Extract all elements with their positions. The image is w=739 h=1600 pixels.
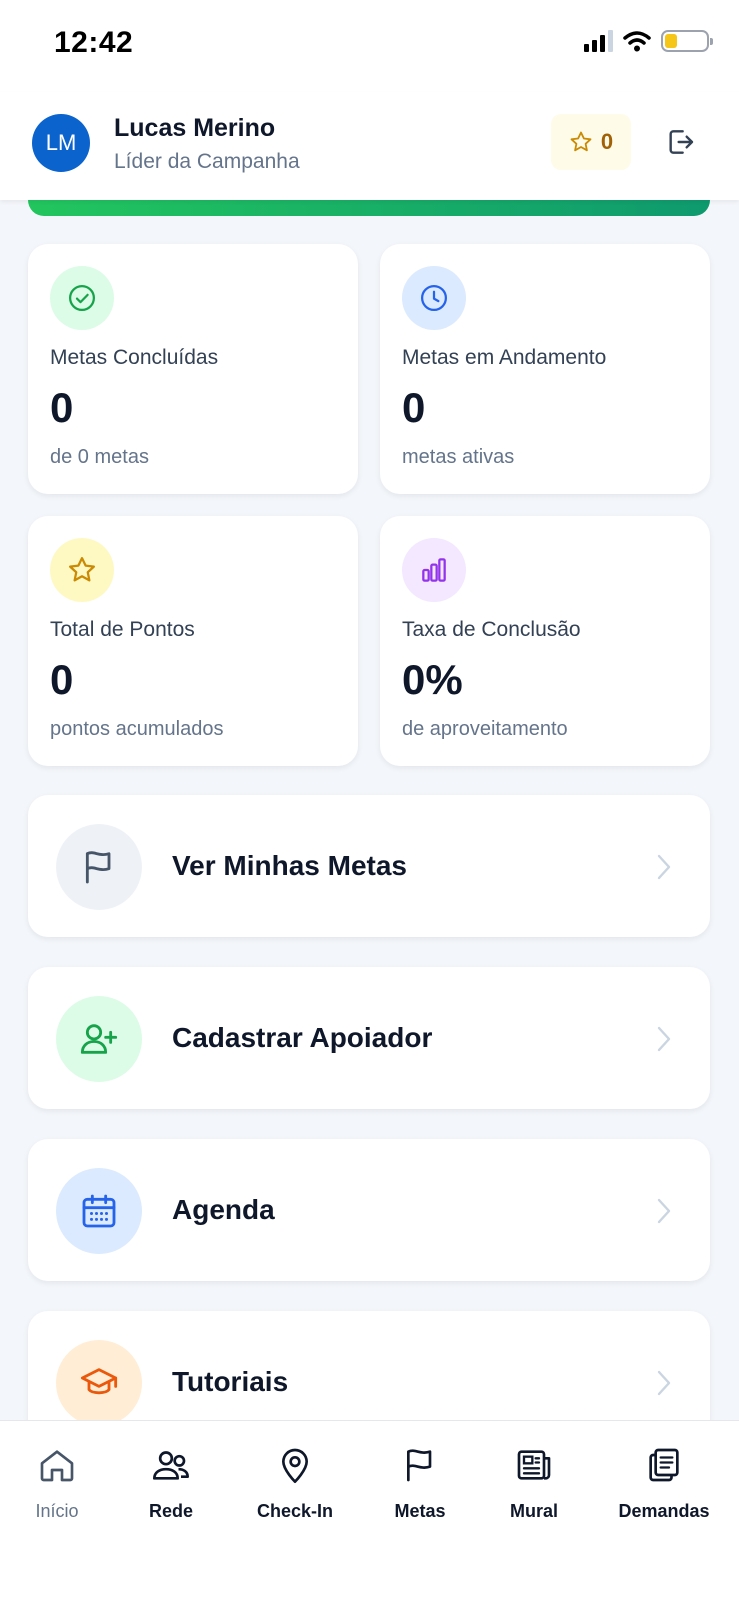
calendar-icon [82,1194,116,1228]
bar-chart-icon [422,558,446,582]
menu-label: Tutoriais [172,1366,289,1397]
status-bar: 12:42 [0,0,739,92]
stat-card-metas-concluidas: Metas Concluídas 0 de 0 metas [28,244,358,494]
menu-agenda[interactable]: Agenda [28,1139,710,1281]
nav-item-rede[interactable]: Rede [121,1443,221,1522]
menu-icon-bg [56,1340,142,1426]
star-icon [69,557,95,582]
menu-label: Agenda [172,1194,275,1225]
stat-subtext: de 0 metas [50,446,149,468]
user-name: Lucas Merino [114,114,276,142]
points-value: 0 [600,129,614,154]
stat-subtext: de aproveitamento [402,718,568,740]
stat-card-metas-andamento: Metas em Andamento 0 metas ativas [380,244,710,494]
nav-label: Mural [509,1501,558,1521]
stat-label: Metas Concluídas [50,346,219,369]
nav-item-metas[interactable]: Metas [370,1443,470,1522]
menu-icon-bg [56,996,142,1082]
battery-icon [661,30,713,52]
stat-value: 0 [402,384,426,431]
stat-card-total-pontos: Total de Pontos 0 pontos acumulados [28,516,358,766]
flag-icon [85,851,111,884]
nav-item-mural[interactable]: Mural [484,1443,584,1522]
menu-icon-bg [56,1168,142,1254]
logout-icon [669,130,694,154]
stat-icon-bg [402,266,466,330]
home-icon [35,1443,79,1487]
signal-icon [584,30,613,52]
stat-value: 0 [50,384,74,431]
flag-icon [398,1443,442,1487]
menu-label: Ver Minhas Metas [172,850,407,881]
stat-value: 0 [50,656,74,703]
stat-label: Taxa de Conclusão [402,618,581,641]
map-pin-icon [273,1443,317,1487]
stat-label: Total de Pontos [50,618,195,641]
stat-icon-bg [50,266,114,330]
graduation-cap-icon [80,1368,118,1395]
users-icon [149,1443,193,1487]
menu-ver-minhas-metas[interactable]: Ver Minhas Metas [28,795,710,937]
menu-label: Cadastrar Apoiador [172,1022,433,1053]
check-circle-icon [69,285,95,311]
stat-label: Metas em Andamento [402,346,607,369]
nav-item-inicio[interactable]: Início [7,1443,107,1522]
nav-label: Metas [394,1501,446,1521]
logout-button[interactable] [660,122,700,162]
stat-icon-bg [50,538,114,602]
nav-label: Demandas [618,1501,710,1521]
chevron-right-icon [654,852,674,882]
nav-label: Check-In [256,1501,334,1521]
stat-subtext: pontos acumulados [50,718,224,740]
nav-label: Início [35,1501,79,1521]
user-plus-icon [80,1024,118,1054]
menu-icon-bg [56,824,142,910]
points-badge[interactable]: 0 [551,114,631,170]
nav-item-check-in[interactable]: Check-In [245,1443,345,1522]
user-role: Líder da Campanha [114,150,300,173]
menu-cadastrar-apoiador[interactable]: Cadastrar Apoiador [28,967,710,1109]
clipboard-list-icon [642,1443,686,1487]
wifi-icon [623,31,651,52]
status-time: 12:42 [54,26,134,59]
avatar[interactable]: LM [32,114,90,172]
chevron-right-icon [654,1368,674,1398]
stat-icon-bg [402,538,466,602]
app-header: LM Lucas Merino Líder da Campanha 0 [0,92,739,200]
newspaper-icon [512,1443,556,1487]
clock-icon [421,285,447,311]
stat-card-taxa-conclusao: Taxa de Conclusão 0% de aproveitamento [380,516,710,766]
nav-item-demandas[interactable]: Demandas [614,1443,714,1522]
stat-subtext: metas ativas [402,446,515,468]
nav-label: Rede [148,1501,193,1521]
stat-value: 0% [402,656,463,703]
status-icons [584,30,713,52]
chevron-right-icon [654,1024,674,1054]
star-icon [570,131,592,152]
chevron-right-icon [654,1196,674,1226]
bottom-nav: Início Rede Check-In Metas Mural Demanda… [0,1420,739,1600]
